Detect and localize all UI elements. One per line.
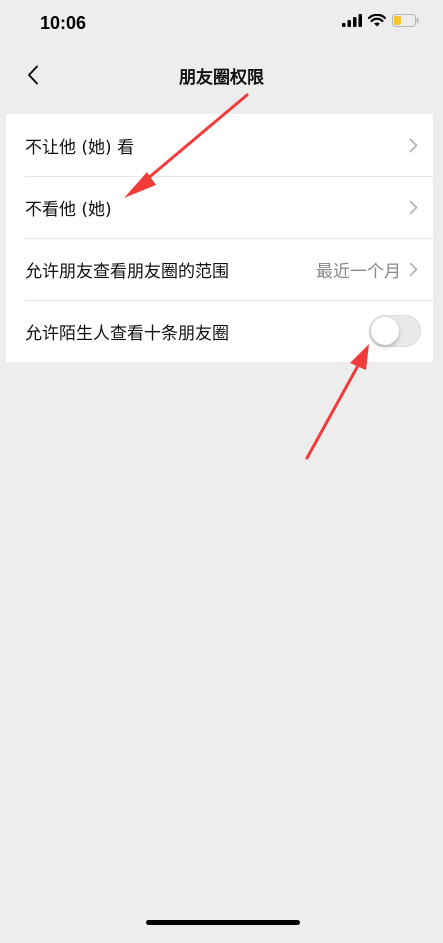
cellular-signal-icon — [342, 14, 362, 27]
settings-item-label: 允许陌生人查看十条朋友圈 — [25, 323, 229, 344]
toggle-knob[interactable] — [371, 317, 399, 345]
chevron-right-icon — [409, 199, 419, 215]
status-icons — [342, 14, 419, 27]
status-bar: 10:06 — [0, 0, 443, 48]
settings-item-visible-range[interactable]: 允许朋友查看朋友圈的范围 最近一个月 — [6, 238, 433, 300]
stranger-view-toggle[interactable] — [369, 315, 421, 347]
settings-item-label: 不看他 (她) — [25, 199, 112, 220]
chevron-right-icon — [409, 261, 419, 277]
nav-bar: 朋友圈权限 — [0, 48, 443, 102]
battery-low-icon — [392, 14, 419, 27]
settings-item-value: 最近一个月 — [316, 261, 401, 282]
chevron-right-icon — [409, 137, 419, 153]
wifi-icon — [368, 14, 386, 27]
settings-item-label: 不让他 (她) 看 — [25, 137, 135, 158]
settings-item-hide-their-moments[interactable]: 不看他 (她) — [6, 176, 433, 238]
settings-item-stranger-ten-posts: 允许陌生人查看十条朋友圈 — [6, 300, 433, 362]
home-indicator — [146, 920, 300, 925]
settings-list: 不让他 (她) 看 不看他 (她) 允许朋友查看朋友圈的范围 最近一个月 允许陌… — [6, 114, 433, 362]
settings-item-hide-my-moments[interactable]: 不让他 (她) 看 — [6, 114, 433, 176]
settings-item-label: 允许朋友查看朋友圈的范围 — [25, 261, 229, 282]
page-title: 朋友圈权限 — [179, 68, 264, 88]
status-time: 10:06 — [40, 13, 87, 33]
